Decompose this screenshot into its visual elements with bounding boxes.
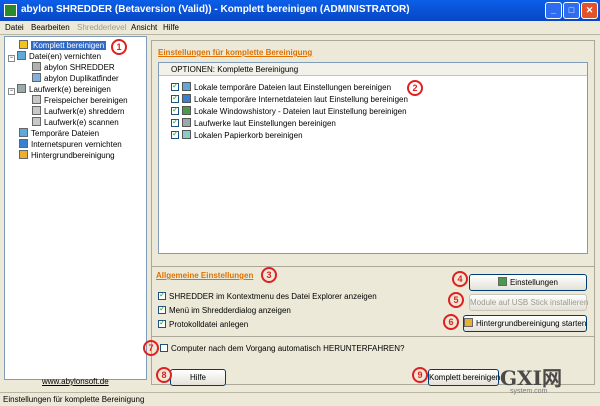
menu-bearbeiten[interactable]: Bearbeiten	[31, 23, 70, 32]
option-row[interactable]: Laufwerke laut Einstellungen bereinigen	[171, 117, 336, 129]
drive-scan-icon	[32, 117, 41, 126]
checkbox[interactable]	[171, 81, 179, 91]
callout-3: 3	[261, 267, 277, 283]
shutdown-option-row[interactable]: Computer nach dem Vorgang automatisch HE…	[160, 344, 404, 355]
tree-item-internet[interactable]: Internetspuren vernichten	[19, 139, 122, 150]
title-bar: abylon SHREDDER (Betaversion (Valid)) - …	[0, 0, 600, 21]
drive-icon	[182, 118, 191, 127]
tree-item-temp[interactable]: Temporäre Dateien	[19, 128, 99, 139]
file-shredder-icon	[17, 51, 26, 60]
menu-bar: Datei Bearbeiten Shredderlevel Ansicht H…	[0, 21, 600, 35]
checkbox[interactable]	[171, 105, 179, 115]
general-option-row[interactable]: SHREDDER im Kontextmenu des Datei Explor…	[158, 290, 377, 303]
checkbox[interactable]	[158, 318, 166, 328]
usb-install-button[interactable]: Module auf USB Stick installieren	[469, 294, 588, 311]
drive-icon	[17, 84, 26, 93]
shutdown-checkbox[interactable]	[160, 344, 168, 352]
temp-files-icon	[19, 128, 28, 137]
tree-item-shredder[interactable]: abylon SHREDDER	[32, 62, 115, 73]
background-clean-icon	[19, 150, 28, 159]
maximize-button[interactable]: □	[563, 2, 580, 19]
section-title-options: Einstellungen für komplette Bereinigung	[158, 48, 313, 57]
callout-2: 2	[407, 80, 423, 96]
menu-datei[interactable]: Datei	[5, 23, 24, 32]
navigation-tree: Komplett bereinigen − Datei(en) vernichte…	[4, 36, 147, 380]
free-space-icon	[32, 95, 41, 104]
watermark-url: system.com	[510, 388, 548, 395]
checkbox[interactable]	[171, 93, 179, 103]
broom-icon	[19, 40, 28, 49]
internet-icon	[19, 139, 28, 148]
duplicate-icon	[32, 73, 41, 82]
general-option-row[interactable]: Menü im Shredderdialog anzeigen	[158, 304, 291, 317]
tree-item-laufwerke[interactable]: − Laufwerk(e) bereinigen	[8, 84, 111, 95]
minimize-button[interactable]: _	[545, 2, 562, 19]
einstellungen-button[interactable]: Einstellungen	[469, 274, 587, 291]
collapse-icon[interactable]: −	[8, 55, 15, 62]
callout-4: 4	[452, 271, 468, 287]
callout-9: 9	[412, 367, 428, 383]
menu-hilfe[interactable]: Hilfe	[163, 23, 179, 32]
checkbox[interactable]	[158, 290, 166, 300]
checkbox[interactable]	[158, 304, 166, 314]
checkbox[interactable]	[171, 117, 179, 127]
option-row[interactable]: Lokalen Papierkorb bereinigen	[171, 129, 303, 141]
option-row[interactable]: Lokale temporäre Dateien laut Einstellun…	[171, 81, 391, 93]
option-row[interactable]: Lokale temporäre Internetdateien laut Ei…	[171, 93, 408, 105]
callout-7: 7	[143, 340, 159, 356]
tree-item-scannen[interactable]: Laufwerk(e) scannen	[32, 117, 119, 128]
background-clean-icon	[464, 318, 473, 327]
tree-item-dateien[interactable]: − Datei(en) vernichten	[8, 51, 101, 62]
option-row[interactable]: Lokale Windowshistory - Dateien laut Ein…	[171, 105, 407, 117]
drive-shred-icon	[32, 106, 41, 115]
website-link[interactable]: www.abylonsoft.de	[42, 377, 109, 386]
close-button[interactable]: ✕	[581, 2, 598, 19]
shredder-icon	[32, 62, 41, 71]
callout-5: 5	[448, 292, 464, 308]
checkbox[interactable]	[171, 129, 179, 139]
history-icon	[182, 106, 191, 115]
divider	[152, 266, 594, 267]
app-icon	[4, 4, 17, 17]
watermark-logo: GXI网	[500, 366, 562, 390]
callout-6: 6	[443, 314, 459, 330]
menu-ansicht[interactable]: Ansicht	[131, 23, 157, 32]
tree-item-komplett[interactable]: Komplett bereinigen	[19, 40, 107, 51]
tree-item-duplikatfinder[interactable]: abylon Duplikatfinder	[32, 73, 119, 84]
callout-8: 8	[156, 367, 172, 383]
options-header: OPTIONEN: Komplette Bereinigung	[159, 63, 587, 76]
options-list: OPTIONEN: Komplette Bereinigung Lokale t…	[158, 62, 588, 254]
collapse-icon[interactable]: −	[8, 88, 15, 95]
komplett-bereinigen-button[interactable]: Komplett bereinigen	[428, 369, 500, 386]
settings-icon	[497, 277, 507, 286]
section-title-general: Allgemeine Einstellungen	[156, 271, 254, 280]
tree-item-hintergrund[interactable]: Hintergrundbereinigung	[19, 150, 115, 161]
callout-1: 1	[111, 39, 127, 55]
tree-item-shreddern[interactable]: Laufwerk(e) shreddern	[32, 106, 124, 117]
hilfe-button[interactable]: Hilfe	[170, 369, 226, 386]
tree-item-freispeicher[interactable]: Freispeicher bereinigen	[32, 95, 128, 106]
hintergrund-button[interactable]: Hintergrundbereinigung starten	[463, 315, 587, 332]
menu-shredderlevel[interactable]: Shredderlevel	[77, 23, 126, 32]
general-option-row[interactable]: Protokolldatei anlegen	[158, 318, 248, 331]
divider	[152, 336, 594, 337]
window-title: abylon SHREDDER (Betaversion (Valid)) - …	[21, 4, 410, 15]
internet-icon	[182, 94, 191, 103]
temp-files-icon	[182, 82, 191, 91]
recycle-bin-icon	[182, 130, 191, 139]
